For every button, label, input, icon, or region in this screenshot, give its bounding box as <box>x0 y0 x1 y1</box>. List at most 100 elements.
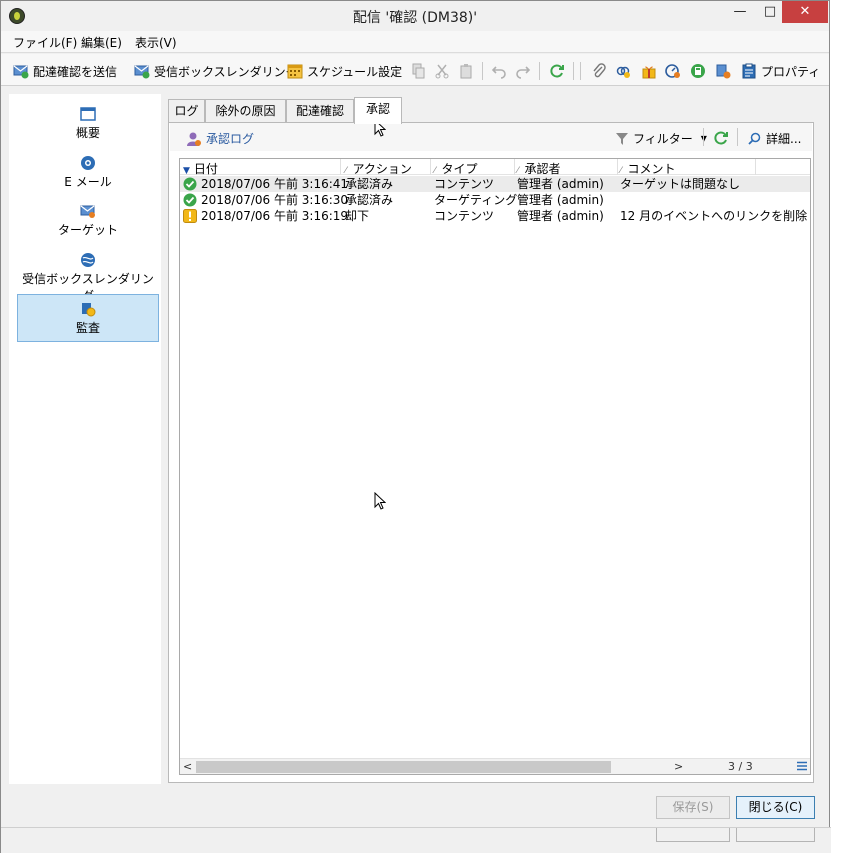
approval-log-link[interactable]: 承認ログ <box>186 130 254 147</box>
cell-action: 承認済み <box>345 177 394 191</box>
table-row[interactable]: 2018/07/06 午前 3:16:30 承認済み ターゲティング 管理者 (… <box>180 192 810 208</box>
horizontal-scrollbar[interactable]: < > 3 / 3 <box>180 758 810 774</box>
inbox-rendering-icon <box>81 253 95 267</box>
title-bar: 配信 '確認 (DM38)' — □ ✕ <box>1 1 829 31</box>
cell-action: 承認済み <box>345 193 394 207</box>
cut-icon[interactable] <box>434 63 450 79</box>
approval-log-label: 承認ログ <box>206 132 255 146</box>
undo-icon[interactable] <box>491 63 507 79</box>
audit-icon <box>82 303 96 317</box>
column-divider <box>755 159 756 175</box>
user-icon <box>187 132 201 146</box>
app-window: 配信 '確認 (DM38)' — □ ✕ ファイル(F) 編集(E) 表示(V)… <box>0 0 831 853</box>
send-proof-button[interactable]: 配達確認を送信 <box>13 62 117 80</box>
email-icon <box>81 156 95 170</box>
save-button[interactable]: 保存(S) <box>656 796 730 819</box>
clipboard-icon <box>742 63 756 79</box>
calculator-icon[interactable] <box>690 63 706 79</box>
main-content: ログ 除外の原因 配達確認 承認 承認ログ フィルター ▼ <box>168 94 816 786</box>
cell-comment: 12 月のイベントへのリンクを削除 <box>620 209 808 223</box>
attachment-icon[interactable] <box>591 63 607 79</box>
funnel-icon <box>616 132 628 145</box>
tab-proofs[interactable]: 配達確認 <box>286 99 354 123</box>
toolbar-separator <box>580 62 581 80</box>
cell-type: ターゲティング <box>434 193 518 207</box>
menu-view[interactable]: 表示(V) <box>135 34 177 51</box>
sidebar-item-overview[interactable]: 概要 <box>17 102 159 148</box>
gift-icon[interactable] <box>641 63 657 79</box>
sort-icon: ⁄ <box>434 166 436 176</box>
schedule-button[interactable]: スケジュール設定 <box>287 62 402 80</box>
list-menu-icon[interactable] <box>797 761 807 771</box>
record-count: 3 / 3 <box>728 760 753 773</box>
tab-exclusion-causes[interactable]: 除外の原因 <box>205 99 286 123</box>
sort-desc-icon: ▼ <box>183 166 190 176</box>
calendar-icon <box>287 64 303 79</box>
panel-toolbar: 承認ログ フィルター ▼ 詳細... <box>170 123 812 151</box>
refresh-icon[interactable] <box>713 130 729 146</box>
export-icon[interactable] <box>715 63 731 79</box>
cell-type: コンテンツ <box>434 209 495 223</box>
properties-label: プロパティ <box>761 64 821 79</box>
sidebar-item-audit[interactable]: 監査 <box>17 294 159 342</box>
inbox-rendering-button[interactable]: 受信ボックスレンダリング <box>134 62 298 80</box>
warning-icon <box>183 209 197 223</box>
sort-icon: ⁄ <box>517 166 519 176</box>
scroll-left-icon[interactable]: < <box>183 759 192 775</box>
column-approver[interactable]: ⁄ 承認者 <box>517 160 561 177</box>
sidebar-item-target[interactable]: ターゲット <box>17 199 159 245</box>
search-icon <box>748 132 761 145</box>
grid-header: ▼ 日付 ⁄ アクション ⁄ タイプ ⁄ 承認者 ⁄ コメント <box>180 159 810 177</box>
refresh-icon[interactable] <box>549 63 565 79</box>
send-proof-label: 配達確認を送信 <box>33 64 118 79</box>
cell-date: 2018/07/06 午前 3:16:30 <box>201 193 349 207</box>
approval-panel: 承認ログ フィルター ▼ 詳細... ▼日付 <box>168 122 814 783</box>
gauge-icon[interactable] <box>665 63 681 79</box>
redo-icon[interactable] <box>515 63 531 79</box>
approval-grid: ▼ 日付 ⁄ アクション ⁄ タイプ ⁄ 承認者 ⁄ コメント 2018/07/06 午前… <box>179 158 811 775</box>
panel-separator <box>703 128 704 146</box>
table-row[interactable]: 2018/07/06 午前 3:16:41 承認済み コンテンツ 管理者 (ad… <box>180 176 810 192</box>
table-row[interactable]: 2018/07/06 午前 3:16:19 却下 コンテンツ 管理者 (admi… <box>180 208 810 224</box>
paste-icon[interactable] <box>458 63 474 79</box>
panel-separator <box>737 128 738 146</box>
menu-edit[interactable]: 編集(E) <box>81 34 122 51</box>
sidebar-item-label: ターゲット <box>57 223 118 237</box>
column-action[interactable]: ⁄ アクション <box>345 160 412 177</box>
column-date[interactable]: ▼ 日付 <box>183 160 218 177</box>
sidebar-item-label: 概要 <box>75 126 100 140</box>
sort-icon: ⁄ <box>345 166 347 176</box>
tab-log[interactable]: ログ <box>168 99 205 123</box>
close-window-button[interactable]: ✕ <box>782 1 828 23</box>
menu-file[interactable]: ファイル(F) <box>13 34 77 51</box>
background-save-button <box>656 828 730 842</box>
schedule-label: スケジュール設定 <box>307 64 403 79</box>
properties-button[interactable]: プロパティ <box>741 62 820 80</box>
column-comment[interactable]: ⁄ コメント <box>620 160 676 177</box>
copy-icon[interactable] <box>410 63 426 79</box>
link-icon[interactable] <box>615 63 631 79</box>
filter-button[interactable]: フィルター ▼ <box>616 130 707 147</box>
menu-bar: ファイル(F) 編集(E) 表示(V) <box>1 31 829 53</box>
approved-icon <box>183 177 197 191</box>
background-close-button <box>736 828 815 842</box>
column-type[interactable]: ⁄ タイプ <box>434 160 478 177</box>
close-button[interactable]: 閉じる(C) <box>736 796 815 819</box>
tab-approval[interactable]: 承認 <box>354 97 402 124</box>
inbox-rendering-label: 受信ボックスレンダリング <box>154 64 298 79</box>
scroll-right-icon[interactable]: > <box>674 759 683 775</box>
overview-icon <box>80 107 96 121</box>
sidebar-item-inbox-rendering[interactable]: 受信ボックスレンダリング <box>17 248 159 303</box>
cell-approver: 管理者 (admin) <box>517 193 604 207</box>
column-divider <box>617 159 618 175</box>
cell-date: 2018/07/06 午前 3:16:41 <box>201 177 349 191</box>
minimize-button[interactable]: — <box>723 1 757 23</box>
detail-button[interactable]: 詳細... <box>748 130 801 147</box>
cell-comment: ターゲットは問題なし <box>620 177 741 191</box>
scroll-thumb[interactable] <box>196 761 611 773</box>
toolbar-separator <box>482 62 483 80</box>
window-title: 配信 '確認 (DM38)' <box>352 10 478 26</box>
sidebar-item-email[interactable]: E メール <box>17 151 159 197</box>
detail-label: 詳細... <box>766 132 802 146</box>
cell-action: 却下 <box>345 209 370 223</box>
